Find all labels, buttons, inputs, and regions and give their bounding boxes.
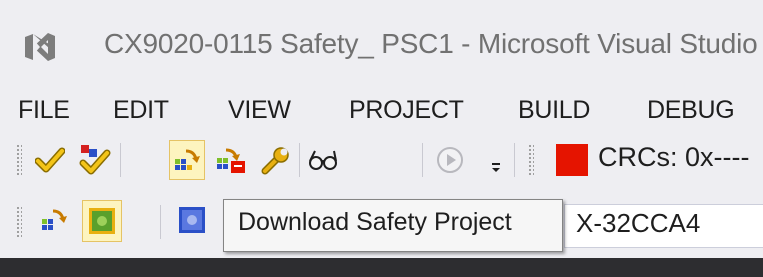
download-button[interactable]: [169, 140, 205, 180]
menu-debug[interactable]: DEBUG: [647, 90, 735, 130]
safety-project-icon: [89, 208, 115, 234]
check-button[interactable]: [32, 140, 68, 180]
toolbar-grip[interactable]: [528, 144, 534, 176]
window-title: CX9020-0115 Safety_ PSC1 - Microsoft Vis…: [104, 28, 758, 59]
document-area-edge: [0, 258, 763, 277]
toolbar-grip[interactable]: [16, 144, 22, 176]
check-icon: [35, 147, 65, 173]
toolbar-separator: [120, 143, 121, 177]
overflow-icon: [492, 163, 500, 172]
menu-view[interactable]: VIEW: [228, 90, 291, 130]
title-bar: CX9020-0115 Safety_ PSC1 - Microsoft Vis…: [0, 0, 763, 90]
target-system-icon: [179, 207, 205, 233]
glasses-icon: [309, 150, 337, 170]
target-system-value: X-32CCA4: [576, 208, 701, 238]
delete-download-button[interactable]: [213, 140, 249, 180]
start-button[interactable]: [432, 140, 468, 180]
monitor-button[interactable]: [305, 140, 341, 180]
menu-bar: FILE EDIT VIEW PROJECT BUILD DEBUG: [0, 90, 763, 130]
toolbar-separator: [514, 143, 515, 177]
crc-status-indicator: [556, 144, 588, 176]
toolbar-separator: [299, 143, 300, 177]
tooltip: Download Safety Project: [223, 199, 563, 252]
menu-file[interactable]: FILE: [18, 90, 70, 130]
delete-download-icon: [217, 148, 245, 173]
download-safety-icon: [42, 209, 67, 230]
tooltip-text: Download Safety Project: [238, 208, 512, 236]
safety-project-button[interactable]: [82, 200, 122, 242]
toolbar-separator: [160, 205, 161, 239]
target-system-button[interactable]: [174, 200, 210, 240]
play-icon: [437, 147, 463, 173]
download-safety-button[interactable]: [36, 200, 72, 240]
settings-button[interactable]: [258, 140, 294, 180]
toolbar-separator: [422, 143, 423, 177]
menu-edit[interactable]: EDIT: [113, 90, 169, 130]
crc-label: CRCs: 0x----: [598, 142, 750, 172]
menu-project[interactable]: PROJECT: [349, 90, 464, 130]
wrench-icon: [261, 147, 289, 175]
download-icon: [175, 149, 200, 170]
toolbar-grip[interactable]: [16, 206, 22, 238]
menu-build[interactable]: BUILD: [518, 90, 590, 130]
visual-studio-logo-icon: [25, 33, 55, 61]
verify-all-icon: [79, 145, 111, 175]
verify-all-button[interactable]: [76, 140, 112, 180]
toolbar-overflow-button[interactable]: [484, 140, 508, 180]
